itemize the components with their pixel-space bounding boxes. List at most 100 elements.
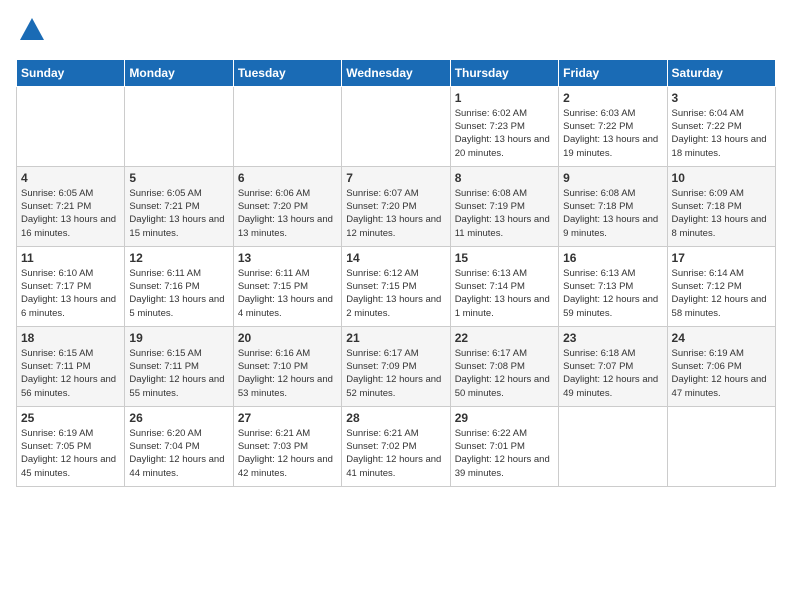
day-number: 11 (21, 251, 120, 265)
calendar-cell: 25 Sunrise: 6:19 AM Sunset: 7:05 PM Dayli… (17, 406, 125, 486)
day-info: Sunrise: 6:13 AM Sunset: 7:14 PM Dayligh… (455, 267, 554, 320)
day-info: Sunrise: 6:12 AM Sunset: 7:15 PM Dayligh… (346, 267, 445, 320)
col-header-monday: Monday (125, 59, 233, 86)
calendar-cell: 16 Sunrise: 6:13 AM Sunset: 7:13 PM Dayli… (559, 246, 667, 326)
day-info: Sunrise: 6:08 AM Sunset: 7:18 PM Dayligh… (563, 187, 662, 240)
calendar-cell: 14Sunrise: 6:12 AM Sunset: 7:15 PM Dayli… (342, 246, 450, 326)
day-number: 19 (129, 331, 228, 345)
calendar-cell: 10 Sunrise: 6:09 AM Sunset: 7:18 PM Dayli… (667, 166, 775, 246)
day-info: Sunrise: 6:18 AM Sunset: 7:07 PM Dayligh… (563, 347, 662, 400)
calendar-cell: 19 Sunrise: 6:15 AM Sunset: 7:11 PM Dayli… (125, 326, 233, 406)
day-info: Sunrise: 6:15 AM Sunset: 7:11 PM Dayligh… (21, 347, 120, 400)
day-info: Sunrise: 6:13 AM Sunset: 7:13 PM Dayligh… (563, 267, 662, 320)
day-number: 6 (238, 171, 337, 185)
day-number: 17 (672, 251, 771, 265)
day-info: Sunrise: 6:09 AM Sunset: 7:18 PM Dayligh… (672, 187, 771, 240)
calendar-cell: 5 Sunrise: 6:05 AM Sunset: 7:21 PM Daylig… (125, 166, 233, 246)
calendar-cell: 20 Sunrise: 6:16 AM Sunset: 7:10 PM Dayli… (233, 326, 341, 406)
day-info: Sunrise: 6:10 AM Sunset: 7:17 PM Dayligh… (21, 267, 120, 320)
day-number: 7 (346, 171, 445, 185)
calendar-cell (17, 86, 125, 166)
calendar-cell: 12 Sunrise: 6:11 AM Sunset: 7:16 PM Dayli… (125, 246, 233, 326)
day-number: 29 (455, 411, 554, 425)
day-info: Sunrise: 6:08 AM Sunset: 7:19 PM Dayligh… (455, 187, 554, 240)
day-number: 25 (21, 411, 120, 425)
calendar-cell: 28 Sunrise: 6:21 AM Sunset: 7:02 PM Dayli… (342, 406, 450, 486)
calendar-cell: 23 Sunrise: 6:18 AM Sunset: 7:07 PM Dayli… (559, 326, 667, 406)
day-number: 26 (129, 411, 228, 425)
calendar-cell: 2Sunrise: 6:03 AM Sunset: 7:22 PM Daylig… (559, 86, 667, 166)
week-row-0: 1Sunrise: 6:02 AM Sunset: 7:23 PM Daylig… (17, 86, 776, 166)
week-row-2: 11 Sunrise: 6:10 AM Sunset: 7:17 PM Dayli… (17, 246, 776, 326)
day-info: Sunrise: 6:21 AM Sunset: 7:02 PM Dayligh… (346, 427, 445, 480)
day-info: Sunrise: 6:02 AM Sunset: 7:23 PM Dayligh… (455, 107, 554, 160)
calendar-cell: 17 Sunrise: 6:14 AM Sunset: 7:12 PM Dayli… (667, 246, 775, 326)
day-number: 20 (238, 331, 337, 345)
day-info: Sunrise: 6:16 AM Sunset: 7:10 PM Dayligh… (238, 347, 337, 400)
week-row-4: 25 Sunrise: 6:19 AM Sunset: 7:05 PM Dayli… (17, 406, 776, 486)
day-number: 2 (563, 91, 662, 105)
day-info: Sunrise: 6:11 AM Sunset: 7:16 PM Dayligh… (129, 267, 228, 320)
day-info: Sunrise: 6:07 AM Sunset: 7:20 PM Dayligh… (346, 187, 445, 240)
day-info: Sunrise: 6:19 AM Sunset: 7:06 PM Dayligh… (672, 347, 771, 400)
calendar-cell: 11 Sunrise: 6:10 AM Sunset: 7:17 PM Dayli… (17, 246, 125, 326)
day-info: Sunrise: 6:17 AM Sunset: 7:08 PM Dayligh… (455, 347, 554, 400)
day-info: Sunrise: 6:19 AM Sunset: 7:05 PM Dayligh… (21, 427, 120, 480)
day-info: Sunrise: 6:05 AM Sunset: 7:21 PM Dayligh… (129, 187, 228, 240)
calendar-cell: 4 Sunrise: 6:05 AM Sunset: 7:21 PM Daylig… (17, 166, 125, 246)
calendar-cell: 9 Sunrise: 6:08 AM Sunset: 7:18 PM Daylig… (559, 166, 667, 246)
day-number: 8 (455, 171, 554, 185)
day-number: 23 (563, 331, 662, 345)
day-number: 22 (455, 331, 554, 345)
calendar-cell: 26 Sunrise: 6:20 AM Sunset: 7:04 PM Dayli… (125, 406, 233, 486)
day-number: 10 (672, 171, 771, 185)
day-number: 9 (563, 171, 662, 185)
calendar-cell (125, 86, 233, 166)
calendar-cell (559, 406, 667, 486)
day-info: Sunrise: 6:15 AM Sunset: 7:11 PM Dayligh… (129, 347, 228, 400)
logo-icon (18, 16, 46, 44)
day-number: 12 (129, 251, 228, 265)
day-info: Sunrise: 6:11 AM Sunset: 7:15 PM Dayligh… (238, 267, 337, 320)
day-info: Sunrise: 6:20 AM Sunset: 7:04 PM Dayligh… (129, 427, 228, 480)
day-number: 3 (672, 91, 771, 105)
day-number: 13 (238, 251, 337, 265)
calendar-cell: 24 Sunrise: 6:19 AM Sunset: 7:06 PM Dayli… (667, 326, 775, 406)
calendar-cell (667, 406, 775, 486)
week-row-3: 18 Sunrise: 6:15 AM Sunset: 7:11 PM Dayli… (17, 326, 776, 406)
day-number: 15 (455, 251, 554, 265)
day-info: Sunrise: 6:17 AM Sunset: 7:09 PM Dayligh… (346, 347, 445, 400)
day-info: Sunrise: 6:22 AM Sunset: 7:01 PM Dayligh… (455, 427, 554, 480)
col-header-wednesday: Wednesday (342, 59, 450, 86)
day-number: 4 (21, 171, 120, 185)
calendar-cell: 27 Sunrise: 6:21 AM Sunset: 7:03 PM Dayli… (233, 406, 341, 486)
col-header-tuesday: Tuesday (233, 59, 341, 86)
day-info: Sunrise: 6:04 AM Sunset: 7:22 PM Dayligh… (672, 107, 771, 160)
day-info: Sunrise: 6:14 AM Sunset: 7:12 PM Dayligh… (672, 267, 771, 320)
day-number: 16 (563, 251, 662, 265)
calendar-cell: 7 Sunrise: 6:07 AM Sunset: 7:20 PM Daylig… (342, 166, 450, 246)
day-info: Sunrise: 6:06 AM Sunset: 7:20 PM Dayligh… (238, 187, 337, 240)
day-number: 21 (346, 331, 445, 345)
day-number: 24 (672, 331, 771, 345)
calendar-cell: 21 Sunrise: 6:17 AM Sunset: 7:09 PM Dayli… (342, 326, 450, 406)
page-header (16, 16, 776, 49)
day-number: 18 (21, 331, 120, 345)
day-number: 28 (346, 411, 445, 425)
calendar-cell (233, 86, 341, 166)
calendar-cell: 6 Sunrise: 6:06 AM Sunset: 7:20 PM Daylig… (233, 166, 341, 246)
calendar-cell: 29 Sunrise: 6:22 AM Sunset: 7:01 PM Dayli… (450, 406, 558, 486)
calendar-cell: 22 Sunrise: 6:17 AM Sunset: 7:08 PM Dayli… (450, 326, 558, 406)
logo (16, 16, 46, 49)
calendar-cell (342, 86, 450, 166)
calendar-table: SundayMondayTuesdayWednesdayThursdayFrid… (16, 59, 776, 487)
day-number: 27 (238, 411, 337, 425)
calendar-cell: 15 Sunrise: 6:13 AM Sunset: 7:14 PM Dayli… (450, 246, 558, 326)
calendar-cell: 8 Sunrise: 6:08 AM Sunset: 7:19 PM Daylig… (450, 166, 558, 246)
calendar-cell: 1Sunrise: 6:02 AM Sunset: 7:23 PM Daylig… (450, 86, 558, 166)
day-info: Sunrise: 6:21 AM Sunset: 7:03 PM Dayligh… (238, 427, 337, 480)
col-header-sunday: Sunday (17, 59, 125, 86)
day-info: Sunrise: 6:05 AM Sunset: 7:21 PM Dayligh… (21, 187, 120, 240)
col-header-saturday: Saturday (667, 59, 775, 86)
day-number: 5 (129, 171, 228, 185)
